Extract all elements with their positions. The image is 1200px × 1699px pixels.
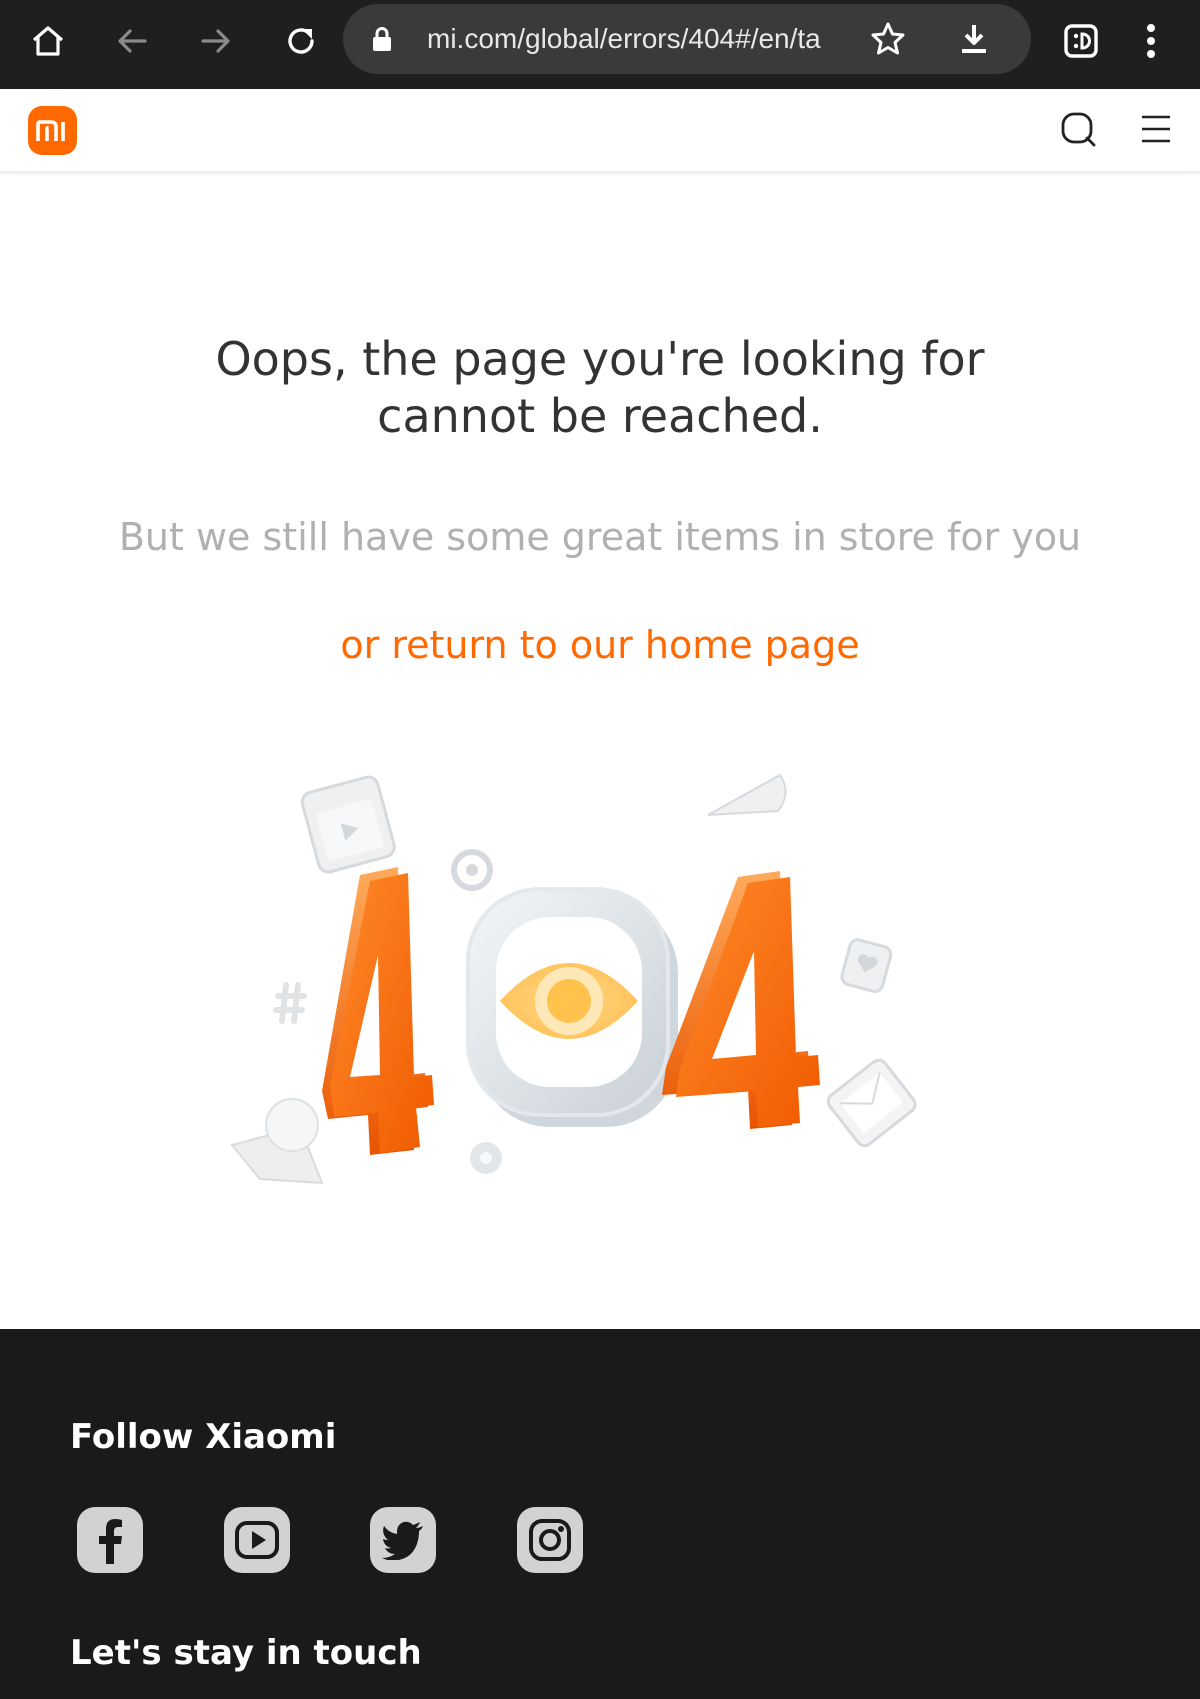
site-header — [0, 89, 1200, 173]
back-icon[interactable] — [97, 14, 167, 68]
reload-icon[interactable] — [266, 14, 336, 68]
forward-icon[interactable] — [181, 14, 251, 68]
error-subline: But we still have some great items in st… — [118, 515, 1082, 559]
star-icon[interactable] — [869, 20, 907, 62]
heart-badge-decoration — [840, 938, 893, 994]
digit-four-left — [322, 867, 434, 1155]
address-bar[interactable]: mi.com/global/errors/404#/en/ta — [343, 4, 1031, 74]
browser-toolbar: mi.com/global/errors/404#/en/ta — [0, 0, 1200, 89]
url-text[interactable]: mi.com/global/errors/404#/en/ta — [427, 22, 927, 56]
headline-line-2: cannot be reached. — [377, 389, 823, 443]
youtube-icon[interactable] — [224, 1507, 290, 1573]
video-window-decoration — [300, 775, 396, 874]
mi-logo[interactable] — [28, 106, 77, 155]
search-icon[interactable] — [1060, 111, 1098, 153]
letter-card-decoration — [826, 1058, 917, 1148]
home-page-link[interactable]: or return to our home page — [200, 622, 1000, 668]
download-icon[interactable] — [955, 20, 993, 62]
facebook-icon[interactable] — [77, 1507, 143, 1573]
at-sign-decoration — [451, 849, 493, 891]
extension-icon[interactable] — [1046, 14, 1116, 68]
digit-zero-eye — [466, 887, 678, 1127]
digit-four-right — [662, 871, 820, 1129]
stay-in-touch-title: Let's stay in touch — [70, 1633, 422, 1673]
cog-decoration — [470, 1142, 502, 1174]
instagram-icon[interactable] — [517, 1507, 583, 1573]
hashtag-decoration — [273, 982, 307, 1024]
cone-decoration — [707, 773, 787, 816]
follow-xiaomi-title: Follow Xiaomi — [70, 1417, 337, 1457]
more-icon[interactable] — [1116, 14, 1186, 68]
mi-logo-mark — [36, 119, 65, 141]
error-headline: Oops, the page you're looking for cannot… — [150, 331, 1050, 445]
headline-line-1: Oops, the page you're looking for — [215, 332, 985, 386]
menu-icon[interactable] — [1138, 113, 1174, 149]
home-icon[interactable] — [13, 14, 83, 68]
lock-icon[interactable] — [371, 26, 393, 56]
404-illustration — [230, 773, 917, 1185]
site-footer: Follow Xiaomi Let's stay in touch — [0, 1329, 1200, 1699]
error-page-main: Oops, the page you're looking for cannot… — [0, 175, 1200, 1329]
sphere-decoration — [230, 1098, 324, 1185]
twitter-icon[interactable] — [370, 1507, 436, 1573]
